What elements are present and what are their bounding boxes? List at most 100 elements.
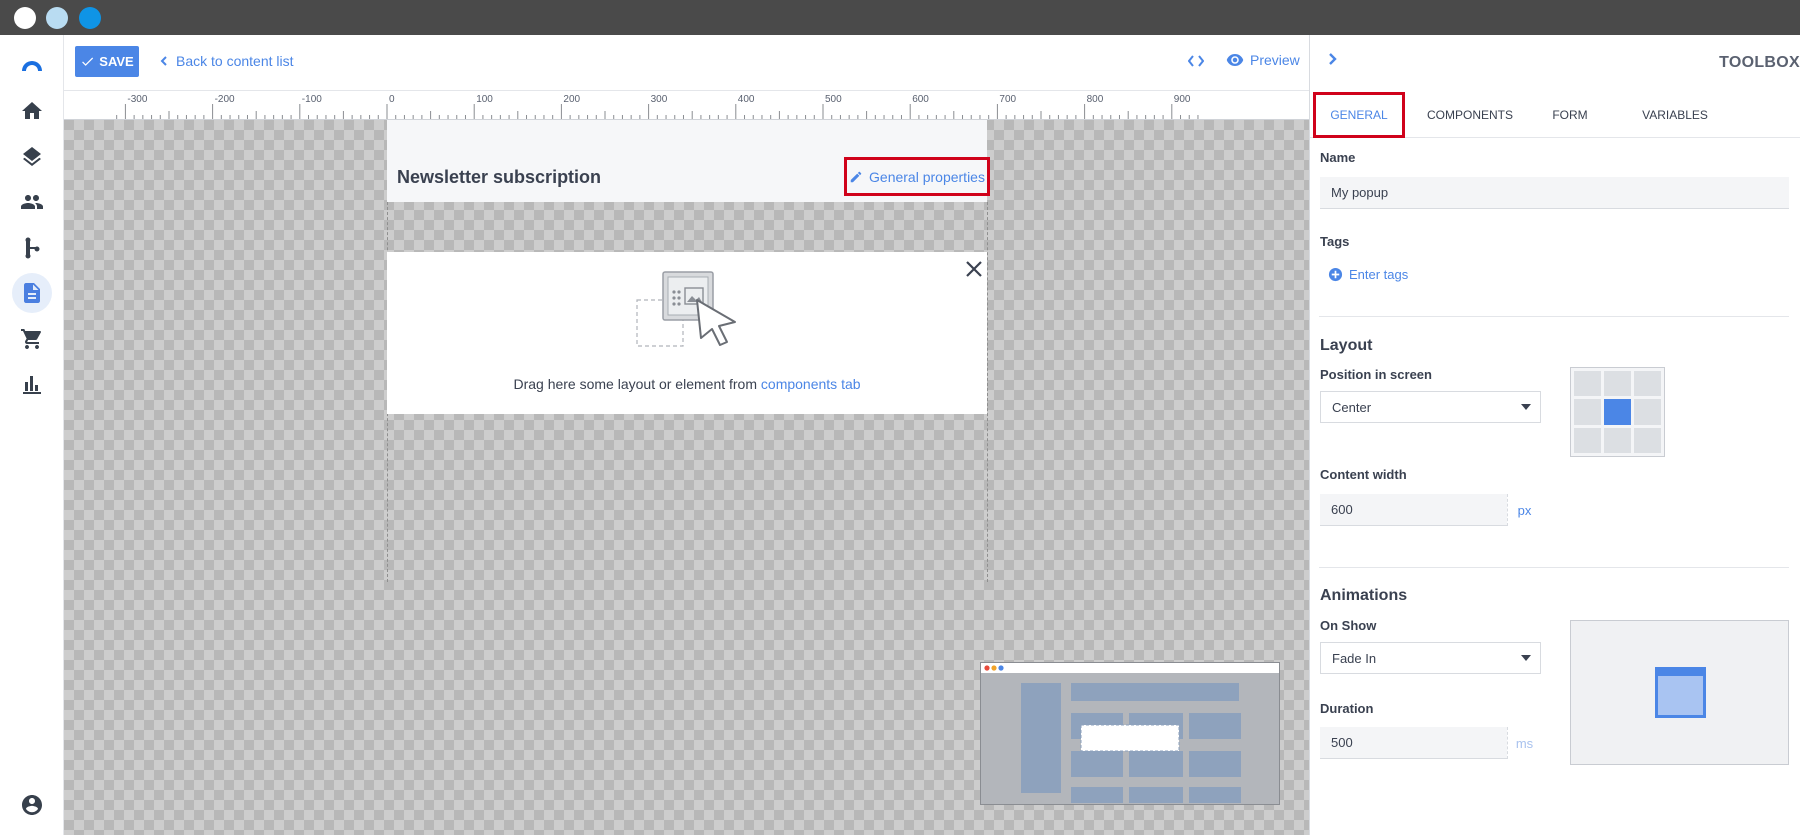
ruler-label: 200 bbox=[563, 94, 580, 105]
ruler-ticks: -300 -200 -100 0 100 200 300 400 500 600 700 800 900 bbox=[116, 94, 1199, 119]
pencil-icon bbox=[850, 171, 862, 182]
position-bottom-right[interactable] bbox=[1634, 427, 1661, 453]
position-bottom-left[interactable] bbox=[1574, 427, 1601, 453]
preview-label: Preview bbox=[1250, 52, 1300, 68]
position-top-left[interactable] bbox=[1574, 371, 1601, 397]
window-maximize-dot[interactable] bbox=[79, 7, 101, 29]
window-minimize-dot[interactable] bbox=[46, 7, 68, 29]
general-properties-label: General properties bbox=[869, 168, 985, 185]
position-top-center[interactable] bbox=[1604, 371, 1631, 397]
account-icon[interactable] bbox=[12, 785, 52, 825]
chevron-left-icon bbox=[160, 56, 167, 66]
layout-section-title: Layout bbox=[1320, 337, 1373, 354]
tab-form[interactable]: FORM bbox=[1540, 92, 1600, 138]
caret-down-icon bbox=[1521, 404, 1531, 410]
enter-tags-label: Enter tags bbox=[1349, 267, 1409, 282]
name-label: Name bbox=[1320, 150, 1356, 165]
position-label: Position in screen bbox=[1320, 367, 1432, 382]
window-close-dot[interactable] bbox=[14, 7, 36, 29]
ruler-label: 900 bbox=[1174, 94, 1191, 105]
name-field[interactable]: My popup bbox=[1320, 177, 1789, 209]
on-show-select[interactable]: Fade In bbox=[1320, 642, 1541, 674]
duration-unit: ms bbox=[1507, 727, 1541, 759]
position-bottom-center[interactable] bbox=[1604, 427, 1631, 453]
components-tab-link[interactable]: components tab bbox=[761, 376, 861, 392]
drop-instructions: Drag here some layout or element from co… bbox=[387, 376, 987, 392]
section-divider bbox=[1319, 316, 1789, 317]
ruler-label: 100 bbox=[476, 94, 493, 105]
ruler-label: 800 bbox=[1087, 94, 1104, 105]
document-icon[interactable] bbox=[12, 273, 52, 313]
drag-image-illustration-icon bbox=[636, 271, 736, 347]
save-button[interactable]: SAVE bbox=[75, 46, 139, 77]
caret-down-icon bbox=[1521, 655, 1531, 661]
home-icon[interactable] bbox=[12, 91, 52, 131]
collapse-toolbox-button[interactable] bbox=[1326, 52, 1346, 72]
logo-icon[interactable] bbox=[12, 46, 52, 86]
save-button-label: SAVE bbox=[99, 54, 134, 69]
layers-icon[interactable] bbox=[12, 137, 52, 177]
ruler-label: 0 bbox=[389, 94, 395, 105]
content-width-input[interactable]: 600 bbox=[1320, 494, 1507, 526]
ruler-label: -200 bbox=[215, 94, 235, 105]
popup-header: Newsletter subscription General properti… bbox=[387, 120, 990, 202]
chevron-right-icon bbox=[1329, 53, 1337, 65]
drop-text: Drag here some layout or element from bbox=[513, 376, 761, 392]
horizontal-ruler: -300 -200 -100 0 100 200 300 400 500 600 700 800 900 bbox=[64, 90, 1309, 120]
cart-icon[interactable] bbox=[12, 319, 52, 359]
enter-tags-input[interactable]: Enter tags bbox=[1328, 267, 1408, 282]
window-titlebar bbox=[0, 0, 1800, 35]
content-width-unit: px bbox=[1507, 494, 1541, 526]
window-preview-icon bbox=[1655, 667, 1706, 718]
ruler-label: 600 bbox=[912, 94, 929, 105]
ruler-label: -300 bbox=[127, 94, 147, 105]
back-link-label: Back to content list bbox=[176, 53, 294, 69]
animation-preview bbox=[1570, 620, 1789, 765]
editor-canvas[interactable]: Newsletter subscription General properti… bbox=[64, 120, 1309, 835]
popup-right-guide bbox=[987, 202, 988, 582]
popup-drop-zone[interactable]: Drag here some layout or element from co… bbox=[387, 252, 987, 414]
animations-section-title: Animations bbox=[1320, 587, 1408, 604]
duration-input[interactable]: 500 bbox=[1320, 727, 1507, 759]
position-center[interactable] bbox=[1604, 399, 1631, 425]
toolbox-title: TOOLBOX bbox=[1719, 54, 1800, 71]
code-icon bbox=[1188, 55, 1204, 67]
check-icon bbox=[82, 57, 94, 66]
ruler-label: 700 bbox=[999, 94, 1016, 105]
on-show-select-value: Fade In bbox=[1332, 650, 1377, 666]
position-top-right[interactable] bbox=[1634, 371, 1661, 397]
editor-toolbar: SAVE Back to content list Preview bbox=[64, 35, 1309, 90]
code-view-button[interactable] bbox=[1186, 51, 1206, 71]
plus-circle-icon bbox=[1328, 267, 1343, 282]
eye-icon bbox=[1226, 54, 1244, 66]
popup-title: Newsletter subscription bbox=[397, 167, 602, 187]
position-select-value: Center bbox=[1332, 399, 1372, 415]
back-to-content-list-link[interactable]: Back to content list bbox=[159, 53, 294, 69]
flow-icon[interactable] bbox=[12, 228, 52, 268]
section-divider bbox=[1319, 567, 1789, 568]
position-middle-left[interactable] bbox=[1574, 399, 1601, 425]
ruler-label: 300 bbox=[651, 94, 668, 105]
tab-variables[interactable]: VARIABLES bbox=[1620, 92, 1730, 138]
ruler-label: 500 bbox=[825, 94, 842, 105]
tags-label: Tags bbox=[1320, 234, 1350, 249]
duration-label: Duration bbox=[1320, 701, 1374, 716]
minimap-thumbnail bbox=[981, 663, 1279, 803]
tab-general[interactable]: GENERAL bbox=[1313, 92, 1405, 138]
tab-components[interactable]: COMPONENTS bbox=[1420, 92, 1520, 138]
on-show-label: On Show bbox=[1320, 618, 1377, 633]
content-width-label: Content width bbox=[1320, 467, 1407, 482]
toolbox-panel: TOOLBOX GENERAL COMPONENTS FORM VARIABLE… bbox=[1309, 35, 1800, 835]
people-icon[interactable] bbox=[12, 182, 52, 222]
preview-button[interactable]: Preview bbox=[1226, 52, 1300, 68]
position-middle-right[interactable] bbox=[1634, 399, 1661, 425]
position-grid bbox=[1570, 367, 1665, 457]
canvas-minimap[interactable] bbox=[980, 662, 1280, 805]
toolbox-tabs: GENERAL COMPONENTS FORM VARIABLES bbox=[1310, 92, 1800, 138]
position-select[interactable]: Center bbox=[1320, 391, 1541, 423]
close-popup-icon[interactable] bbox=[964, 259, 984, 279]
ruler-label: -100 bbox=[302, 94, 322, 105]
chart-icon[interactable] bbox=[12, 364, 52, 404]
general-properties-button[interactable]: General properties bbox=[844, 157, 990, 196]
ruler-label: 400 bbox=[738, 94, 755, 105]
